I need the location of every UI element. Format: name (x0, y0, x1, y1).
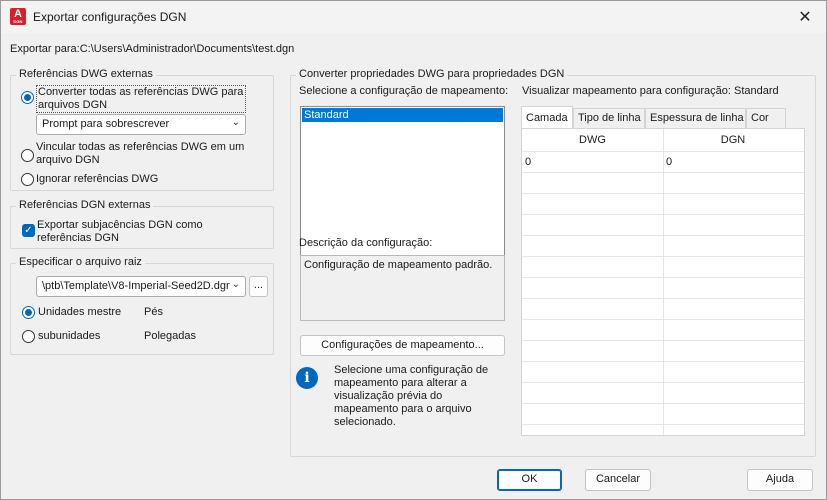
seed-file-title: Especificar o arquivo raiz (16, 256, 145, 268)
master-units-radio[interactable] (22, 306, 35, 319)
table-row (522, 319, 804, 340)
table-row (522, 193, 804, 214)
tab-layer[interactable]: Camada (521, 106, 573, 128)
convert-dwg-refs-label[interactable]: Converter todas as referências DWG para … (36, 85, 246, 113)
column-header-dgn: DGN (720, 134, 746, 146)
ok-button[interactable]: OK (497, 469, 562, 491)
table-row (522, 256, 804, 277)
preview-mapping-label: Visualizar mapeamento para configuração:… (522, 85, 779, 97)
dgn-references-group: Referências DGN externas ✓ Exportar subj… (10, 199, 274, 249)
cancel-button[interactable]: Cancelar (585, 469, 651, 491)
link-dwg-refs-radio[interactable] (21, 149, 34, 162)
setup-description-label: Descrição da configuração: (299, 237, 433, 249)
cell-dgn: 0 (666, 156, 673, 168)
export-path-label: Exportar para:C:\Users\Administrador\Doc… (10, 43, 295, 55)
tab-linetype[interactable]: Tipo de linha (573, 108, 645, 128)
browse-seed-button[interactable]: ... (249, 276, 268, 297)
autocad-app-icon: A DGN (10, 8, 26, 25)
convert-dwg-refs-radio[interactable] (21, 91, 34, 104)
ignore-dwg-refs-radio[interactable] (21, 173, 34, 186)
table-row (522, 172, 804, 193)
app-icon-sub: DGN (13, 19, 23, 24)
dwg-references-title: Referências DWG externas (16, 68, 156, 80)
column-header-dwg: DWG (579, 134, 606, 146)
select-setup-label: Selecione a configuração de mapeamento: (299, 85, 509, 97)
tab-color[interactable]: Cor (746, 108, 786, 128)
mapping-preview-grid: DWG DGN 0 0 (521, 128, 805, 436)
table-row (522, 214, 804, 235)
master-units-label[interactable]: Unidades mestre (38, 306, 121, 318)
info-icon: i (296, 367, 318, 389)
overwrite-prompt-value: Prompt para sobrescrever (42, 118, 170, 130)
dgn-references-title: Referências DGN externas (16, 199, 154, 211)
chevron-down-icon: ⌄ (229, 279, 240, 290)
help-button[interactable]: Ajuda (747, 469, 813, 491)
table-row (522, 235, 804, 256)
master-units-value: Pés (144, 306, 163, 318)
title-bar: A DGN Exportar configurações DGN ✕ (1, 1, 826, 33)
tab-lineweight[interactable]: Espessura de linha (645, 108, 746, 128)
table-row (522, 424, 804, 445)
mapping-tabs: Camada Tipo de linha Espessura de linha … (521, 106, 807, 128)
table-row (522, 403, 804, 424)
setup-description-text: Configuração de mapeamento padrão. (304, 259, 493, 271)
sub-units-value: Polegadas (144, 330, 196, 342)
cell-dwg: 0 (525, 156, 532, 168)
table-row[interactable]: 0 0 (522, 151, 804, 172)
convert-properties-group: Converter propriedades DWG para propried… (290, 68, 816, 457)
seed-file-combo[interactable]: \ptb\Template\V8-Imperial-Seed2D.dgn ⌄ (36, 276, 246, 297)
mapping-setups-button[interactable]: Configurações de mapeamento... (300, 335, 505, 356)
info-text: Selecione uma configuração de mapeamento… (334, 364, 489, 428)
seed-file-group: Especificar o arquivo raiz \ptb\Template… (10, 256, 274, 355)
sub-units-radio[interactable] (22, 330, 35, 343)
export-dgn-settings-dialog: A DGN Exportar configurações DGN ✕ Expor… (0, 0, 827, 500)
chevron-down-icon: ⌄ (231, 117, 240, 128)
ignore-dwg-refs-label[interactable]: Ignorar referências DWG (36, 173, 158, 185)
table-row (522, 382, 804, 403)
setup-description-box: Configuração de mapeamento padrão. (300, 255, 505, 321)
table-row (522, 298, 804, 319)
dwg-references-group: Referências DWG externas Converter todas… (10, 68, 274, 191)
table-row (522, 277, 804, 298)
checkmark-icon: ✓ (24, 225, 33, 236)
link-dwg-refs-label[interactable]: Vincular todas as referências DWG em um … (36, 141, 256, 167)
table-row (522, 361, 804, 382)
seed-file-path: \ptb\Template\V8-Imperial-Seed2D.dgn (42, 280, 233, 292)
overwrite-prompt-combo[interactable]: Prompt para sobrescrever ⌄ (36, 114, 246, 135)
close-icon: ✕ (798, 9, 812, 26)
table-row (522, 340, 804, 361)
mapping-setups-list[interactable]: Standard (300, 106, 505, 258)
list-item[interactable]: Standard (302, 108, 503, 122)
convert-properties-title: Converter propriedades DWG para propried… (296, 68, 568, 80)
export-underlays-label[interactable]: Exportar subjacências DGN como referênci… (37, 219, 257, 245)
export-underlays-checkbox[interactable]: ✓ (22, 224, 35, 237)
close-button[interactable]: ✕ (790, 5, 820, 29)
window-title: Exportar configurações DGN (33, 10, 187, 24)
sub-units-label[interactable]: subunidades (38, 330, 100, 342)
